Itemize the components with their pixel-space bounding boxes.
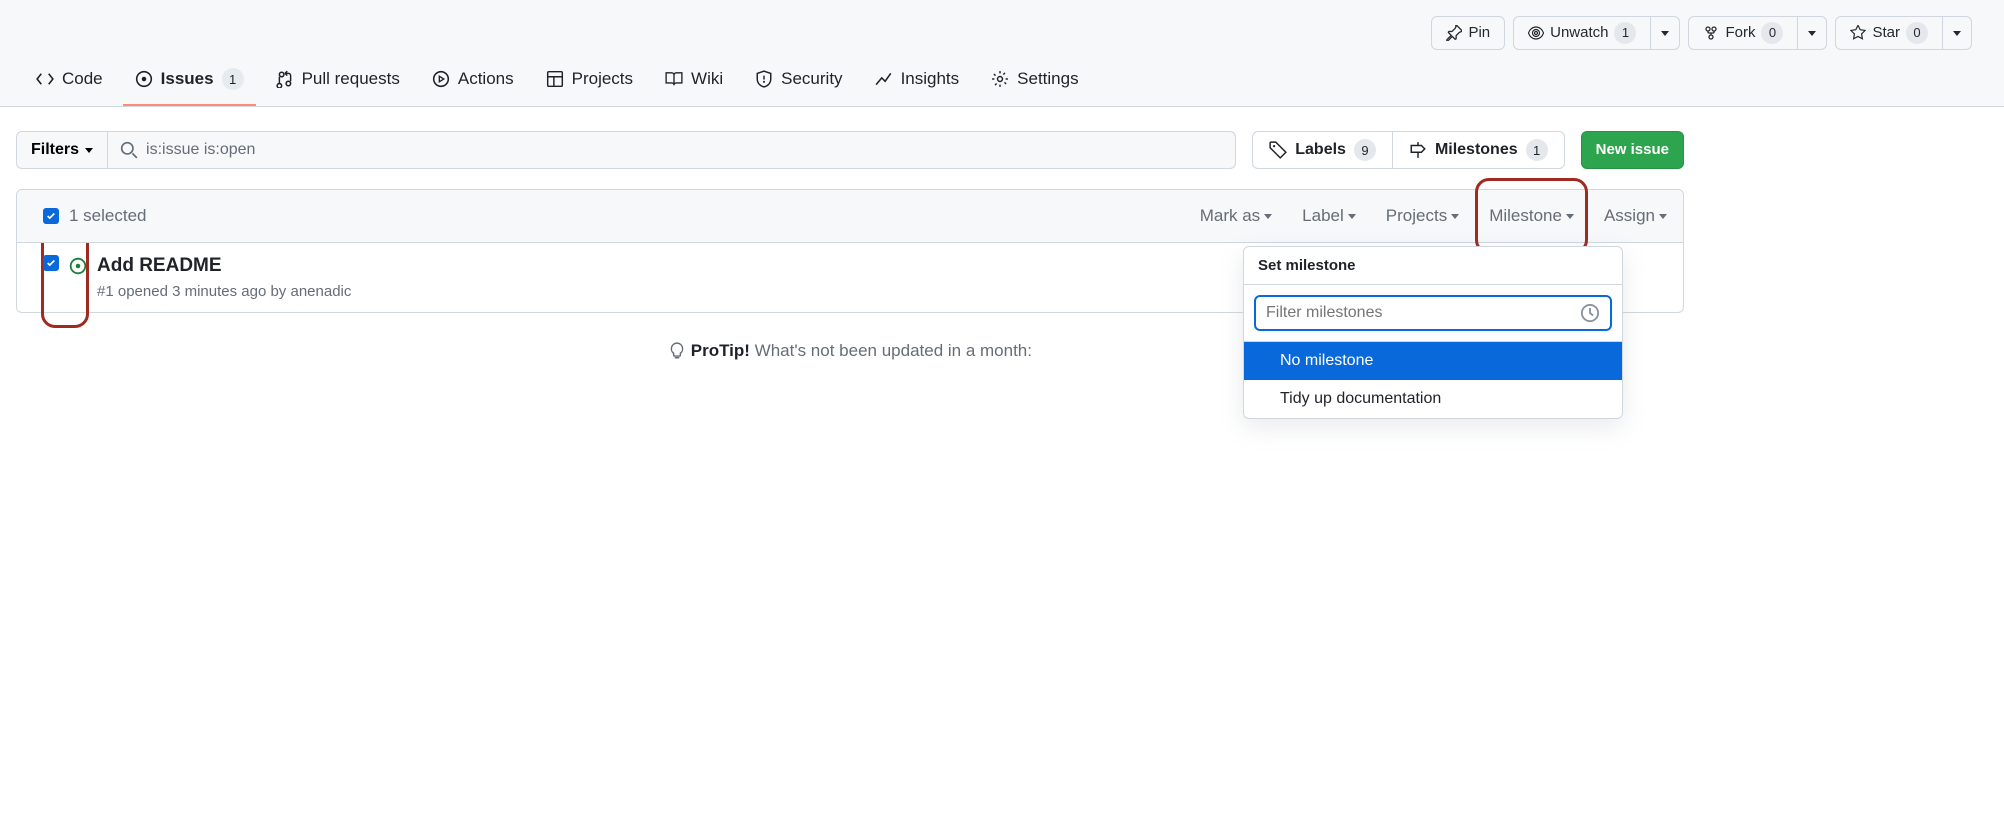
repo-nav: Code Issues 1 Pull requests Actions Proj… — [0, 58, 2004, 106]
labels-button[interactable]: Labels 9 — [1253, 132, 1392, 168]
protip-text: What's not been updated in a month: — [750, 341, 1032, 360]
new-issue-label: New issue — [1596, 139, 1669, 161]
search-icon — [120, 141, 138, 159]
check-icon — [46, 258, 56, 268]
label-filter-label: Label — [1302, 206, 1344, 226]
labels-label: Labels — [1295, 141, 1346, 159]
assign-filter-label: Assign — [1604, 206, 1655, 226]
fork-button[interactable]: Fork 0 — [1688, 16, 1798, 50]
issues-count: 1 — [222, 68, 244, 90]
search-input[interactable] — [108, 131, 1236, 169]
milestone-option-none[interactable]: No milestone — [1244, 342, 1622, 380]
milestones-count: 1 — [1526, 139, 1548, 161]
fork-label: Fork — [1725, 22, 1755, 44]
select-all-checkbox[interactable] — [43, 208, 59, 224]
tab-label: Projects — [572, 69, 633, 89]
milestones-label: Milestones — [1435, 141, 1518, 159]
play-icon — [432, 70, 450, 88]
label-filter[interactable]: Label — [1302, 206, 1356, 226]
tab-code[interactable]: Code — [24, 58, 115, 106]
unwatch-label: Unwatch — [1550, 22, 1608, 44]
unwatch-caret-button[interactable] — [1651, 16, 1680, 50]
check-icon — [46, 211, 56, 221]
shield-icon — [755, 70, 773, 88]
star-label: Star — [1872, 22, 1900, 44]
selected-count-text: 1 selected — [69, 206, 147, 226]
book-icon — [665, 70, 683, 88]
issue-checkbox[interactable] — [43, 255, 59, 271]
caret-down-icon — [1953, 31, 1961, 36]
star-count: 0 — [1906, 22, 1928, 44]
issue-opened-icon — [135, 70, 153, 88]
pin-label: Pin — [1468, 22, 1490, 44]
tab-label: Pull requests — [302, 69, 400, 89]
fork-count: 0 — [1761, 22, 1783, 44]
caret-down-icon — [1264, 214, 1272, 219]
lightbulb-icon — [668, 342, 686, 360]
star-caret-button[interactable] — [1943, 16, 1972, 50]
mark-as-filter[interactable]: Mark as — [1200, 206, 1272, 226]
caret-down-icon — [1661, 31, 1669, 36]
star-icon — [1850, 25, 1866, 41]
clock-icon — [1580, 303, 1600, 323]
projects-filter[interactable]: Projects — [1386, 206, 1459, 226]
tab-settings[interactable]: Settings — [979, 58, 1090, 106]
labels-count: 9 — [1354, 139, 1376, 161]
projects-filter-label: Projects — [1386, 206, 1447, 226]
tab-label: Insights — [901, 69, 960, 89]
code-icon — [36, 70, 54, 88]
milestone-filter[interactable]: Milestone — [1489, 206, 1574, 226]
tab-label: Wiki — [691, 69, 723, 89]
pin-icon — [1446, 25, 1462, 41]
tab-label: Security — [781, 69, 842, 89]
eye-icon — [1528, 25, 1544, 41]
caret-down-icon — [1659, 214, 1667, 219]
repo-actions: Pin Unwatch 1 Fork 0 Star 0 — [0, 0, 2004, 58]
caret-down-icon — [1566, 214, 1574, 219]
tab-label: Actions — [458, 69, 514, 89]
assign-filter[interactable]: Assign — [1604, 206, 1667, 226]
dropdown-header: Set milestone — [1244, 247, 1622, 285]
unwatch-count: 1 — [1614, 22, 1636, 44]
tab-issues[interactable]: Issues 1 — [123, 58, 256, 106]
pin-button[interactable]: Pin — [1431, 16, 1505, 50]
issue-open-icon — [69, 257, 87, 275]
protip-label: ProTip! — [691, 341, 750, 360]
issues-header: 1 selected Mark as Label Projects Milest… — [17, 190, 1683, 243]
caret-down-icon — [85, 148, 93, 153]
tab-security[interactable]: Security — [743, 58, 854, 106]
tab-label: Issues — [161, 69, 214, 89]
milestone-filter-label: Milestone — [1489, 206, 1562, 226]
milestone-filter-input[interactable] — [1266, 304, 1580, 322]
new-issue-button[interactable]: New issue — [1581, 131, 1684, 169]
issue-title-link[interactable]: Add README — [97, 255, 222, 277]
tab-wiki[interactable]: Wiki — [653, 58, 735, 106]
milestone-icon — [1409, 141, 1427, 159]
milestone-option-tidy[interactable]: Tidy up documentation — [1244, 380, 1622, 418]
pull-request-icon — [276, 70, 294, 88]
tag-icon — [1269, 141, 1287, 159]
milestone-dropdown: Set milestone No milestone Tidy up docum… — [1243, 246, 1623, 419]
tab-projects[interactable]: Projects — [534, 58, 645, 106]
caret-down-icon — [1348, 214, 1356, 219]
tab-insights[interactable]: Insights — [863, 58, 972, 106]
star-button[interactable]: Star 0 — [1835, 16, 1943, 50]
tab-actions[interactable]: Actions — [420, 58, 526, 106]
caret-down-icon — [1451, 214, 1459, 219]
caret-down-icon — [1808, 31, 1816, 36]
mark-as-label: Mark as — [1200, 206, 1260, 226]
milestones-button[interactable]: Milestones 1 — [1392, 132, 1564, 168]
table-icon — [546, 70, 564, 88]
filters-button[interactable]: Filters — [16, 131, 108, 169]
fork-icon — [1703, 25, 1719, 41]
tab-pulls[interactable]: Pull requests — [264, 58, 412, 106]
graph-icon — [875, 70, 893, 88]
tab-label: Settings — [1017, 69, 1078, 89]
fork-caret-button[interactable] — [1798, 16, 1827, 50]
unwatch-button[interactable]: Unwatch 1 — [1513, 16, 1651, 50]
tab-label: Code — [62, 69, 103, 89]
filters-label: Filters — [31, 141, 79, 159]
gear-icon — [991, 70, 1009, 88]
